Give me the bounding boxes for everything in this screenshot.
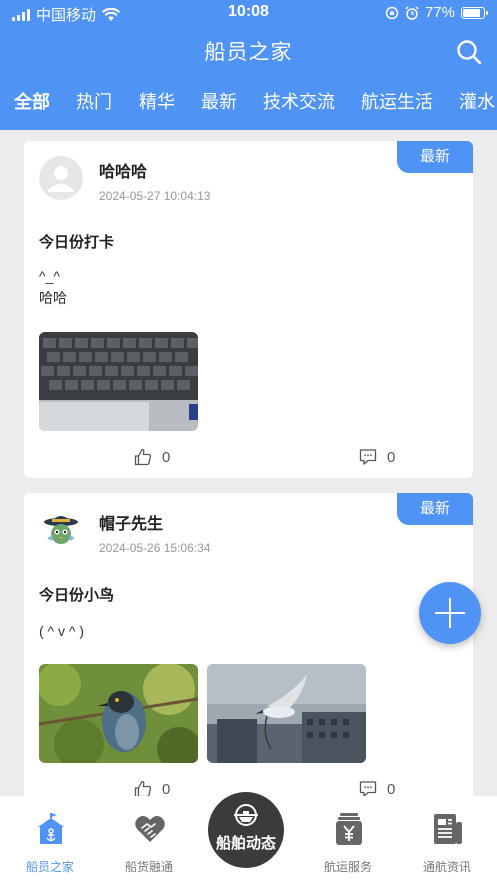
like-count: 0 — [162, 448, 171, 466]
comment-icon — [359, 449, 377, 465]
tab-hot[interactable]: 热门 — [76, 88, 112, 114]
battery-percent: 77% — [424, 4, 455, 21]
ship-icon — [234, 804, 258, 826]
post-body: ^_^ 哈哈 — [39, 268, 67, 306]
alarm-icon — [405, 5, 419, 20]
page-title: 船员之家 — [204, 41, 293, 64]
author-name[interactable]: 帽子先生 — [99, 510, 163, 534]
heron-flying-photo[interactable] — [207, 664, 366, 763]
orientation-lock-icon — [385, 6, 399, 19]
status-bar: 中国移动 10:08 77% — [0, 0, 497, 26]
search-icon[interactable] — [455, 38, 483, 66]
handshake-icon — [135, 816, 165, 842]
comment-count: 0 — [387, 448, 396, 466]
app-header: 中国移动 10:08 77% 船员之家 全部 热门 精华 最新 技术交流 航运生… — [0, 0, 497, 130]
tab-featured[interactable]: 精华 — [139, 88, 175, 114]
tab-all[interactable]: 全部 — [14, 88, 50, 114]
tab-shipping-life[interactable]: 航运生活 — [361, 88, 433, 114]
nav-label: 船货融通 — [124, 860, 173, 874]
nav-ship-dynamics[interactable]: 船舶动态 — [208, 792, 284, 868]
post-card[interactable]: 最新 哈哈哈 2024-05-27 10:04:13 今日份打卡 ^_^ 哈哈 … — [24, 141, 473, 478]
news-icon — [434, 814, 462, 844]
tab-tech-exchange[interactable]: 技术交流 — [263, 88, 335, 114]
battery-icon — [461, 6, 488, 19]
keyboard-photo[interactable] — [39, 332, 198, 431]
yuan-service-icon — [336, 813, 362, 845]
post-date: 2024-05-27 10:04:13 — [99, 189, 211, 203]
latest-badge: 最新 — [397, 141, 473, 173]
post-date: 2024-05-26 15:06:34 — [99, 541, 211, 555]
tab-chat[interactable]: 灌水 — [459, 88, 495, 114]
like-button[interactable]: 0 — [134, 448, 170, 466]
post-body: ( ^ v ^ ) — [39, 623, 85, 639]
create-post-button[interactable] — [419, 582, 481, 644]
avatar[interactable] — [39, 156, 83, 200]
thumbs-up-icon — [134, 448, 152, 466]
heron-perched-photo[interactable] — [39, 664, 198, 763]
avatar[interactable] — [39, 508, 83, 552]
post-title: 今日份打卡 — [39, 234, 115, 251]
comment-button[interactable]: 0 — [359, 448, 395, 466]
nav-label: 船舶动态 — [215, 835, 276, 852]
home-anchor-icon — [38, 813, 64, 844]
nav-label: 航运服务 — [323, 860, 372, 874]
latest-badge: 最新 — [397, 493, 473, 525]
nav-label: 船员之家 — [25, 860, 74, 874]
post-title: 今日份小鸟 — [39, 587, 115, 604]
like-count: 0 — [162, 780, 171, 798]
post-card[interactable]: 最新 帽子先生 2024-05-26 15:06:34 今日份小鸟 ( ^ v … — [24, 493, 473, 813]
nav-label: 通航资讯 — [422, 860, 471, 874]
comment-count: 0 — [387, 780, 396, 798]
author-name[interactable]: 哈哈哈 — [99, 158, 147, 182]
tab-latest[interactable]: 最新 — [201, 88, 237, 114]
category-tabs: 全部 热门 精华 最新 技术交流 航运生活 灌水 — [0, 88, 497, 120]
